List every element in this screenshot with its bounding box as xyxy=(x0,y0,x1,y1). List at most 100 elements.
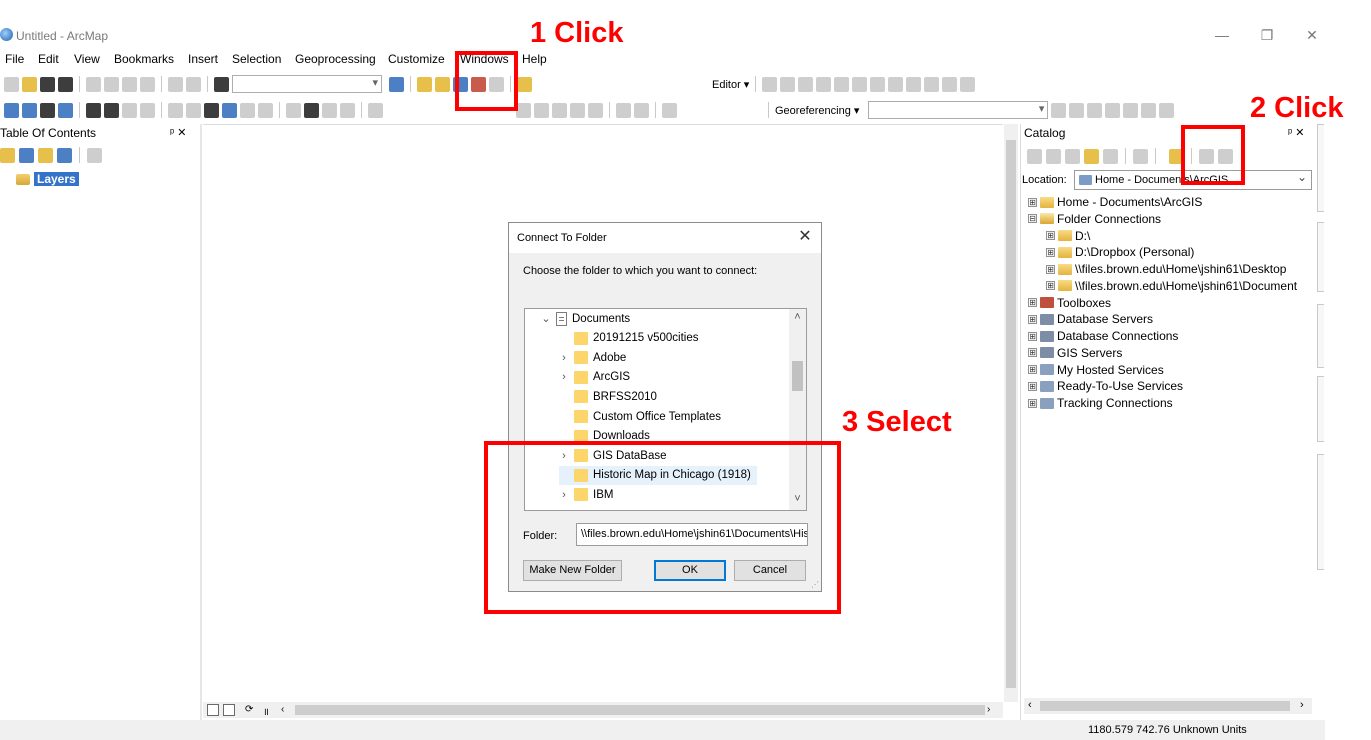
map-horizontal-scrollbar[interactable]: ⟳ ॥ ‹ › xyxy=(203,702,1003,718)
catalog-tree-item[interactable]: ⊞ D:\Dropbox (Personal) xyxy=(1046,244,1194,260)
forward-extent-icon[interactable] xyxy=(140,102,155,118)
data-view-button[interactable] xyxy=(207,704,219,716)
scroll-left-icon[interactable]: ‹ xyxy=(281,704,293,716)
expand-icon[interactable]: ⊞ xyxy=(1028,314,1037,324)
cut-polygon-icon[interactable] xyxy=(888,76,904,92)
refresh-icon[interactable]: ⟳ xyxy=(245,704,257,716)
chevron-right-icon[interactable]: › xyxy=(559,352,569,364)
measure-icon[interactable] xyxy=(286,102,301,118)
menu-geoprocessing[interactable]: Geoprocessing xyxy=(295,52,376,66)
menu-insert[interactable]: Insert xyxy=(188,52,218,66)
catalog-pin-close-icon[interactable]: ᵖ ✕ xyxy=(1288,126,1304,139)
map-scale-combo[interactable] xyxy=(232,75,382,93)
edit-tool-icon[interactable] xyxy=(762,76,778,92)
expand-icon[interactable]: ⊞ xyxy=(1028,398,1037,408)
straight-segment-icon[interactable] xyxy=(798,76,814,92)
dialog-close-icon[interactable]: ✕ xyxy=(795,227,815,247)
layout-view-button[interactable] xyxy=(223,704,235,716)
editor-toolbar-icon[interactable] xyxy=(389,76,404,92)
menu-edit[interactable]: Edit xyxy=(38,52,59,66)
expand-icon[interactable]: ⊞ xyxy=(1046,247,1055,257)
menu-file[interactable]: File xyxy=(5,52,24,66)
pan-icon[interactable] xyxy=(40,102,55,118)
select-elements-icon[interactable] xyxy=(204,102,219,118)
new-document-icon[interactable] xyxy=(4,76,19,92)
cut-icon[interactable] xyxy=(86,76,101,92)
layout-zoom-in-icon[interactable] xyxy=(516,102,531,118)
toc-layers-node[interactable]: Layers xyxy=(16,171,79,187)
catalog-refresh-icon[interactable] xyxy=(1103,148,1118,164)
menu-bookmarks[interactable]: Bookmarks xyxy=(114,52,174,66)
menu-view[interactable]: View xyxy=(74,52,100,66)
copy-icon[interactable] xyxy=(104,76,119,92)
folder-tree-item[interactable]: ⌄ Documents xyxy=(541,309,630,328)
docked-tab[interactable] xyxy=(1317,124,1324,212)
rotate-icon[interactable] xyxy=(906,76,922,92)
catalog-tree-item[interactable]: ⊞ Ready-To-Use Services xyxy=(1028,378,1183,394)
close-window-button[interactable]: ✕ xyxy=(1297,25,1327,45)
attributes-icon[interactable] xyxy=(924,76,940,92)
docked-tab[interactable] xyxy=(1317,376,1324,442)
toc-splitter[interactable] xyxy=(200,124,202,720)
catalog-tree-item[interactable]: ⊟ Folder Connections xyxy=(1028,211,1161,227)
layout-zoom-out-icon[interactable] xyxy=(534,102,549,118)
clear-selection-icon[interactable] xyxy=(186,102,201,118)
editor-menu-button[interactable]: Editor ▾ xyxy=(712,78,749,91)
minimize-button[interactable]: — xyxy=(1207,25,1237,45)
sketch-properties-icon[interactable] xyxy=(942,76,958,92)
scroll-right-icon[interactable]: › xyxy=(987,704,999,716)
layout-fixed-zoom-in-icon[interactable] xyxy=(616,102,631,118)
split-icon[interactable] xyxy=(852,76,868,92)
viewer-icon[interactable] xyxy=(1141,102,1157,118)
catalog-home-icon[interactable] xyxy=(1084,148,1099,164)
folder-tree-item[interactable]: › Adobe xyxy=(559,348,626,367)
expand-icon[interactable]: ⊞ xyxy=(1028,365,1037,374)
auto-registration-icon[interactable] xyxy=(1105,102,1121,118)
expand-icon[interactable]: ⊞ xyxy=(1046,264,1055,274)
expand-icon[interactable]: ⊞ xyxy=(1028,298,1037,307)
add-control-points-icon[interactable] xyxy=(1087,102,1103,118)
menu-selection[interactable]: Selection xyxy=(232,52,281,66)
find-route-icon[interactable] xyxy=(322,102,337,118)
reshape-icon[interactable] xyxy=(870,76,886,92)
expand-icon[interactable]: ⊞ xyxy=(1046,281,1055,291)
paste-icon[interactable] xyxy=(122,76,137,92)
expand-icon[interactable]: ⊞ xyxy=(1028,381,1037,391)
catalog-back-icon[interactable] xyxy=(1027,148,1042,164)
zoom-100-icon[interactable] xyxy=(588,102,603,118)
model-builder-icon[interactable] xyxy=(517,76,532,92)
catalog-tree-item[interactable]: ⊞ Database Servers xyxy=(1028,311,1153,327)
georeferencing-layer-combo[interactable] xyxy=(868,101,1049,119)
time-slider-icon[interactable] xyxy=(368,102,383,118)
edit-annotation-icon[interactable] xyxy=(780,76,796,92)
georef-options-icon[interactable] xyxy=(1159,102,1175,118)
view-link-table-icon[interactable] xyxy=(1123,102,1139,118)
map-vscroll-thumb[interactable] xyxy=(1006,140,1016,688)
catalog-tree-item[interactable]: ⊞ GIS Servers xyxy=(1028,345,1122,361)
folder-tree-item[interactable]: 20191215 v500cities xyxy=(559,329,699,348)
catalog-tree-item[interactable]: ⊞ Database Connections xyxy=(1028,328,1178,344)
map-hscroll-thumb[interactable] xyxy=(295,705,985,715)
catalog-tree-item[interactable]: ⊞ My Hosted Services xyxy=(1028,362,1164,378)
save-icon[interactable] xyxy=(40,76,55,92)
toc-options-icon[interactable] xyxy=(87,147,102,163)
catalog-tree-item[interactable]: ⊞ Toolboxes xyxy=(1028,295,1111,311)
list-by-visibility-icon[interactable] xyxy=(38,147,53,163)
print-icon[interactable] xyxy=(58,76,73,92)
pause-drawing-icon[interactable]: ॥ xyxy=(263,704,275,718)
expand-icon[interactable]: ⊞ xyxy=(1046,231,1055,240)
full-extent-icon[interactable] xyxy=(58,102,73,118)
chevron-right-icon[interactable]: › xyxy=(559,371,569,383)
folder-tree-item[interactable]: › ArcGIS xyxy=(559,368,630,387)
change-layout-icon[interactable] xyxy=(662,102,677,118)
rotate-georef-icon[interactable] xyxy=(1051,102,1067,118)
vertex-icon[interactable] xyxy=(834,76,850,92)
expand-icon[interactable]: ⊞ xyxy=(1028,348,1037,358)
catalog-scroll-right-icon[interactable]: › xyxy=(1300,699,1304,711)
restore-button[interactable]: ❐ xyxy=(1252,25,1282,45)
list-by-drawing-order-icon[interactable] xyxy=(0,147,15,163)
open-icon[interactable] xyxy=(22,76,37,92)
catalog-up-icon[interactable] xyxy=(1065,148,1080,164)
catalog-horizontal-scrollbar[interactable]: ‹ › xyxy=(1024,698,1312,714)
create-features-icon[interactable] xyxy=(960,76,976,92)
